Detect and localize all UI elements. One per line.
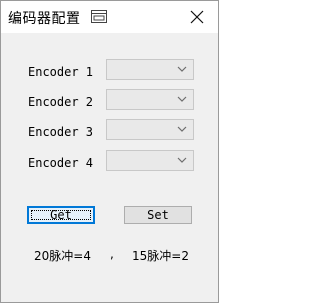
- window-app-icon: [91, 10, 107, 23]
- encoder-1-select[interactable]: [106, 59, 194, 80]
- encoder-config-dialog: 编码器配置 Encoder 1 Encoder 2 Encoder 3 Enco…: [0, 0, 219, 303]
- window-title: 编码器配置: [8, 11, 81, 27]
- chevron-down-icon: [177, 126, 187, 132]
- encoder-2-label: Encoder 2: [28, 95, 94, 109]
- close-button[interactable]: [176, 1, 218, 33]
- set-button[interactable]: Set: [124, 206, 192, 224]
- status-pulse-15: 15脉冲=2: [132, 249, 189, 263]
- chevron-down-icon: [177, 96, 187, 102]
- status-pulse-20: 20脉冲=4: [34, 249, 91, 263]
- encoder-1-label: Encoder 1: [28, 65, 94, 79]
- encoder-4-label: Encoder 4: [28, 156, 94, 170]
- status-separator: ,: [110, 247, 114, 261]
- encoder-2-select[interactable]: [106, 89, 194, 110]
- title-bar[interactable]: 编码器配置: [1, 1, 218, 33]
- chevron-down-icon: [177, 157, 187, 163]
- encoder-3-select[interactable]: [106, 119, 194, 140]
- encoder-4-select[interactable]: [106, 150, 194, 171]
- get-button[interactable]: Get: [27, 206, 95, 224]
- encoder-3-label: Encoder 3: [28, 125, 94, 139]
- set-button-label: Set: [147, 208, 169, 222]
- chevron-down-icon: [177, 66, 187, 72]
- close-icon: [190, 10, 204, 24]
- focus-rect: [31, 210, 91, 220]
